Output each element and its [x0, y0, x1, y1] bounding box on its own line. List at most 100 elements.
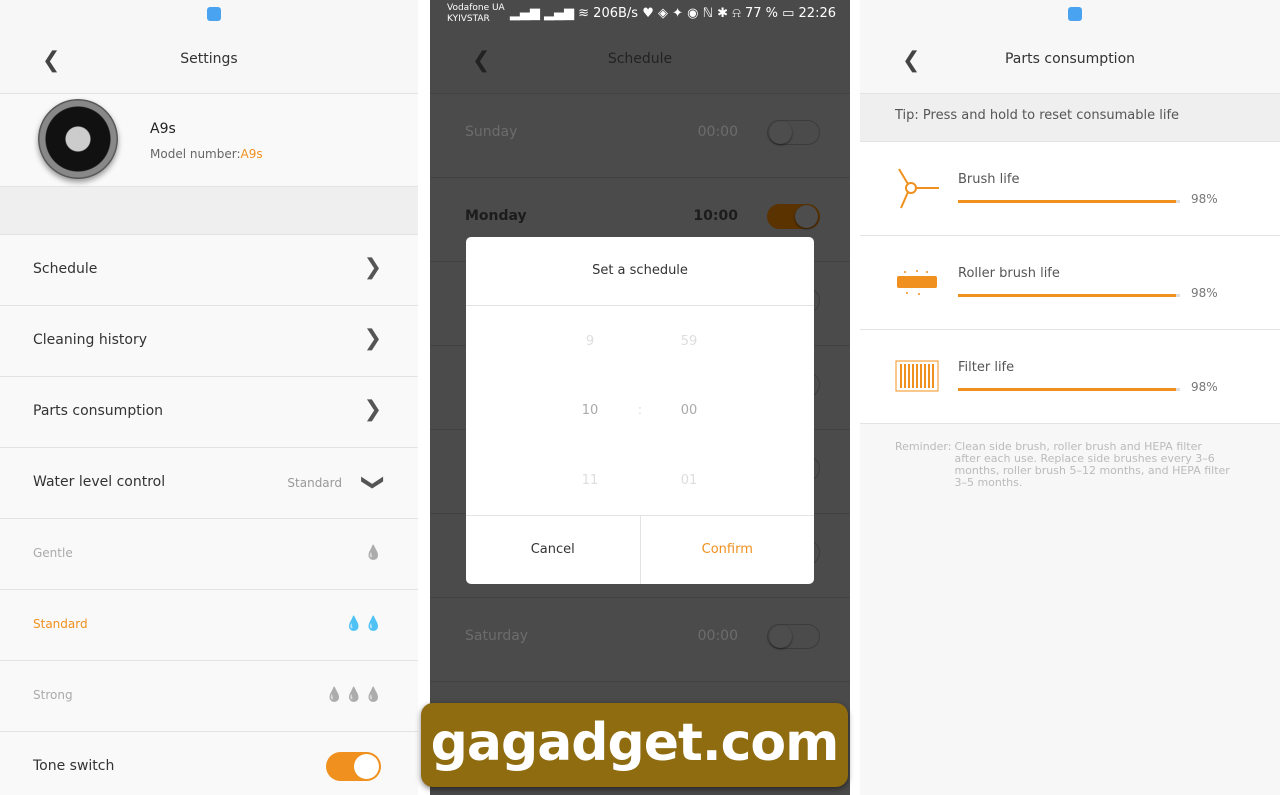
device-name: A9s — [150, 121, 176, 137]
day-time: 10:00 — [693, 208, 738, 224]
time-separator: : — [637, 403, 643, 418]
chevron-right-icon: ❯ — [363, 397, 382, 422]
option-label: Gentle — [33, 546, 73, 560]
part-percent: 98% — [1191, 380, 1218, 394]
menu-parts-consumption[interactable]: Parts consumption ❯ — [0, 377, 418, 448]
device-model: Model number:A9s — [150, 147, 263, 161]
app-icon — [207, 7, 221, 21]
spacer — [0, 187, 418, 235]
reminder-label: Reminder: — [895, 440, 952, 453]
time-picker[interactable]: 9 10 11 : 59 00 01 — [466, 306, 814, 516]
tone-label: Tone switch — [33, 758, 115, 774]
filter-icon — [895, 360, 939, 392]
water-option-standard[interactable]: Standard 💧💧 — [0, 590, 418, 661]
cancel-button[interactable]: Cancel — [466, 516, 641, 584]
dialog-title: Set a schedule — [466, 237, 814, 306]
chevron-right-icon: ❯ — [363, 326, 382, 351]
menu-cleaning-history[interactable]: Cleaning history ❯ — [0, 306, 418, 377]
header: ❮ Parts consumption — [860, 30, 1280, 94]
day-toggle[interactable] — [767, 120, 820, 145]
part-filter[interactable]: Filter life 98% — [860, 330, 1280, 424]
life-bar — [958, 388, 1180, 391]
app-icon — [1068, 7, 1082, 21]
status-bar: Vodafone UA KYIVSTAR ▂▄▆ ▂▄▆ ≋ 206B/s ♥ ◈… — [430, 0, 850, 30]
part-label: Filter life — [958, 360, 1015, 375]
carrier-2: KYIVSTAR — [447, 14, 490, 24]
day-toggle[interactable] — [767, 204, 820, 229]
model-label: Model number: — [150, 147, 241, 161]
drop-icon: 💧💧💧 — [325, 687, 384, 703]
hour-selected[interactable]: 10 — [570, 403, 610, 418]
day-time: 00:00 — [697, 628, 738, 644]
day-row-sunday[interactable]: Sunday 00:00 — [430, 94, 850, 178]
chevron-down-icon: ❯ — [360, 473, 386, 492]
part-percent: 98% — [1191, 192, 1218, 206]
day-time: 00:00 — [697, 124, 738, 140]
battery-percent: 77 % — [744, 6, 778, 21]
device-card: A9s Model number:A9s — [0, 94, 418, 187]
part-label: Roller brush life — [958, 266, 1060, 281]
header: ❮ Schedule — [430, 30, 850, 94]
day-name: Sunday — [465, 124, 518, 140]
tone-switch-row: Tone switch — [0, 732, 418, 795]
hour-option[interactable]: 9 — [570, 334, 610, 349]
drop-icon: 💧💧 — [345, 616, 384, 632]
clock: 22:26 — [798, 6, 836, 21]
day-toggle[interactable] — [767, 624, 820, 649]
page-title: Parts consumption — [1004, 51, 1136, 67]
minute-selected[interactable]: 00 — [669, 403, 709, 418]
option-label: Strong — [33, 688, 73, 702]
water-option-gentle[interactable]: Gentle 💧 — [0, 519, 418, 590]
water-level-value: Standard — [287, 476, 342, 490]
carrier: Vodafone UA KYIVSTAR — [447, 3, 505, 25]
option-label: Standard — [33, 617, 88, 631]
watermark-logo: gagadget.com — [421, 703, 848, 787]
part-label: Brush life — [958, 172, 1020, 187]
menu-label: Parts consumption — [33, 403, 164, 419]
menu-label: Schedule — [33, 261, 98, 277]
water-option-strong[interactable]: Strong 💧💧💧 — [0, 661, 418, 732]
life-bar — [958, 294, 1180, 297]
net-speed: 206B/s — [593, 6, 639, 21]
schedule-screen: Vodafone UA KYIVSTAR ▂▄▆ ▂▄▆ ≋ 206B/s ♥ ◈… — [430, 0, 850, 795]
menu-schedule[interactable]: Schedule ❯ — [0, 235, 418, 306]
wifi-icon: ≋ — [578, 6, 594, 21]
side-brush-icon — [898, 168, 939, 209]
menu-label: Cleaning history — [33, 332, 147, 348]
part-roller-brush[interactable]: Roller brush life 98% — [860, 236, 1280, 330]
page-title: Settings — [180, 51, 238, 67]
signal-icon: ▂▄▆ ▂▄▆ — [509, 6, 579, 21]
settings-screen: ❮ Settings A9s Model number:A9s Schedule… — [0, 0, 418, 795]
battery-icon: ▭ — [782, 6, 799, 21]
minute-option[interactable]: 01 — [669, 473, 709, 488]
header: ❮ Settings — [0, 30, 418, 94]
parts-screen: ❮ Parts consumption Tip: Press and hold … — [860, 0, 1280, 795]
water-level-control[interactable]: Water level control Standard ❯ — [0, 448, 418, 519]
carrier-1: Vodafone UA — [447, 3, 505, 13]
part-brush[interactable]: Brush life 98% — [860, 142, 1280, 236]
menu-label: Water level control — [33, 474, 166, 490]
chevron-right-icon: ❯ — [363, 255, 382, 280]
part-percent: 98% — [1191, 286, 1218, 300]
minute-option[interactable]: 59 — [669, 334, 709, 349]
schedule-dialog: Set a schedule 9 10 11 : 59 00 01 Cancel… — [466, 237, 814, 584]
status-bar — [0, 0, 418, 30]
page-title: Schedule — [607, 51, 673, 67]
day-name: Monday — [465, 208, 527, 224]
hour-option[interactable]: 11 — [570, 473, 610, 488]
life-bar — [958, 200, 1180, 203]
tip-text: Tip: Press and hold to reset consumable … — [860, 94, 1280, 142]
day-row-saturday[interactable]: Saturday 00:00 — [430, 598, 850, 682]
confirm-button[interactable]: Confirm — [641, 516, 815, 584]
reminder-text: Clean side brush, roller brush and HEPA … — [954, 440, 1230, 489]
robot-image — [38, 99, 118, 179]
notification-icons: ♥ ◈ ✦ ◉ ℕ ✱ ⍾ — [642, 6, 745, 21]
roller-brush-icon — [897, 270, 937, 295]
status-right: ▂▄▆ ▂▄▆ ≋ 206B/s ♥ ◈ ✦ ◉ ℕ ✱ ⍾ 77 % ▭ 22… — [510, 6, 836, 21]
day-name: Saturday — [465, 628, 529, 644]
tone-toggle[interactable] — [326, 752, 381, 781]
drop-icon: 💧 — [364, 545, 384, 561]
status-bar — [860, 0, 1280, 30]
reminder: Reminder: Clean side brush, roller brush … — [860, 424, 1280, 489]
model-value: A9s — [240, 147, 263, 161]
